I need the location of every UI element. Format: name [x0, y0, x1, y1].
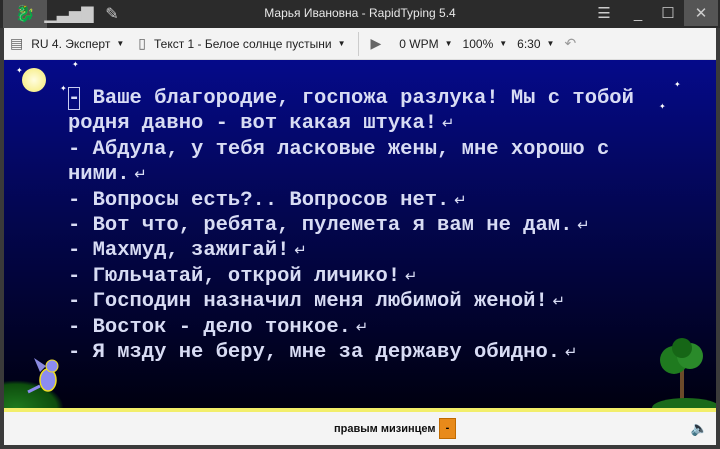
text-line: - Вот что, ребята, пулемета я вам не дам…	[68, 213, 634, 238]
text-line: ними. ↵	[68, 162, 634, 187]
line-text: - Восток - дело тонкое.	[68, 315, 351, 339]
star-icon: ✦	[60, 84, 67, 93]
return-icon: ↵	[129, 165, 147, 184]
line-text: - Вот что, ребята, пулемета я вам не дам…	[68, 214, 573, 238]
undo-icon: ↶	[564, 35, 577, 51]
chevron-down-icon: ▼	[337, 39, 346, 48]
maximize-button[interactable]: ☐	[652, 0, 684, 26]
time-dropdown[interactable]: 6:30 ▼	[517, 37, 554, 51]
course-label: RU 4. Эксперт	[31, 36, 111, 51]
text-line: - Господин назначил меня любимой женой! …	[68, 289, 634, 314]
typing-area[interactable]: ✦ ✦ ✦ ✦ ✦ - Ваше благородие, госпожа раз…	[4, 60, 716, 408]
return-icon: ↵	[572, 216, 590, 235]
notebook-icon: ▤	[10, 35, 24, 51]
star-icon: ✦	[659, 102, 666, 111]
tree-decoration	[652, 338, 716, 408]
line-text: - Я мзду не беру, мне за державу обидно.	[68, 341, 561, 365]
chevron-down-icon: ▼	[444, 39, 453, 48]
divider	[357, 31, 359, 56]
speaker-icon[interactable]: 🔈	[691, 420, 708, 437]
return-icon: ↵	[350, 317, 369, 336]
dragon-mascot-icon	[27, 358, 59, 394]
typing-text: - Ваше благородие, госпожа разлука! Мы с…	[68, 86, 634, 365]
line-text: - Махмуд, зажигай!	[68, 239, 290, 263]
next-key-indicator: -	[439, 418, 456, 439]
zoom-dropdown[interactable]: 100% ▼	[463, 37, 508, 51]
text-line: родня давно - вот какая штука! ↵	[68, 111, 634, 136]
star-icon: ✦	[16, 66, 23, 75]
star-icon: ✦	[674, 80, 681, 89]
lesson-dropdown[interactable]: ▯ Текст 1 - Белое солнце пустыни ▼	[138, 35, 345, 52]
return-icon: ↵	[560, 343, 578, 362]
lesson-label: Текст 1 - Белое солнце пустыни	[153, 36, 332, 51]
text-line: - Вопросы есть?.. Вопросов нет. ↵	[68, 188, 634, 213]
text-line: - Махмуд, зажигай! ↵	[68, 238, 634, 263]
speed-label: 0 WPM	[399, 36, 439, 51]
status-bar: правым мизинцем - 🔈	[4, 412, 716, 445]
chevron-down-icon: ▼	[499, 39, 508, 48]
menu-icon[interactable]: ☰	[588, 0, 620, 26]
line-text: Ваше благородие, госпожа разлука! Мы с т…	[80, 87, 634, 110]
line-text: ними.	[68, 163, 130, 187]
document-icon: ▯	[138, 35, 146, 51]
line-text: - Вопросы есть?.. Вопросов нет.	[68, 188, 450, 212]
moon-icon	[22, 68, 46, 92]
return-icon: ↵	[437, 114, 455, 133]
text-line: - Восток - дело тонкое. ↵	[68, 315, 634, 340]
minimize-button[interactable]: _	[622, 0, 654, 26]
time-label: 6:30	[517, 36, 541, 51]
line-text: родня давно - вот какая штука!	[68, 112, 438, 136]
return-icon: ↵	[400, 266, 418, 285]
line-text: - Гюльчатай, открой личико!	[68, 264, 401, 288]
text-line: - Гюльчатай, открой личико! ↵	[68, 264, 634, 289]
star-icon: ✦	[72, 60, 79, 69]
course-dropdown[interactable]: ▤ RU 4. Эксперт ▼	[10, 35, 124, 52]
line-text: - Господин назначил меня любимой женой!	[68, 290, 548, 314]
chevron-down-icon: ▼	[546, 39, 555, 48]
return-icon: ↵	[289, 241, 307, 260]
finger-hint: правым мизинцем	[334, 423, 436, 435]
text-line: - Я мзду не беру, мне за державу обидно.…	[68, 340, 634, 365]
return-icon: ↵	[547, 292, 566, 311]
text-line: - Ваше благородие, госпожа разлука! Мы с…	[68, 86, 634, 111]
typing-cursor: -	[68, 87, 81, 110]
toolbar: ▤ RU 4. Эксперт ▼ ▯ Текст 1 - Белое солнце …	[4, 28, 716, 60]
chevron-down-icon: ▼	[116, 39, 125, 48]
close-button[interactable]: ✕	[684, 0, 718, 26]
text-line: - Абдула, у тебя ласковые жены, мне хоро…	[68, 137, 634, 162]
undo-button[interactable]: ↶	[564, 35, 584, 52]
play-icon: ▶	[370, 35, 382, 51]
return-icon: ↵	[449, 190, 467, 209]
title-bar: 🐉 ▁▃▅▇ ✎ Марья Ивановна - RapidTyping 5.…	[0, 0, 720, 28]
line-text: - Абдула, у тебя ласковые жены, мне хоро…	[68, 137, 610, 161]
speed-dropdown[interactable]: 0 WPM ▼	[399, 37, 452, 51]
zoom-label: 100%	[462, 36, 494, 51]
start-button[interactable]: ▶	[371, 35, 390, 52]
